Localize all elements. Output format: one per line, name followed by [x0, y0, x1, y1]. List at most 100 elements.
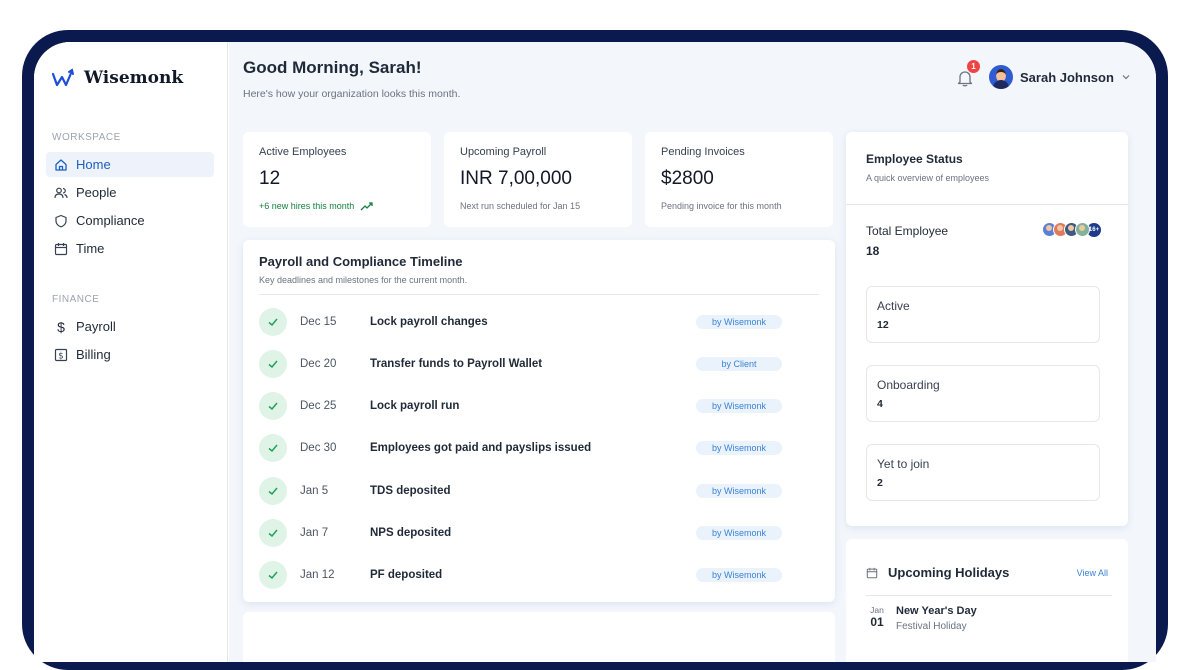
upcoming-holidays-card: Upcoming Holidays View All Jan 01 New Ye… — [846, 539, 1128, 662]
owner-badge: by Wisemonk — [696, 526, 782, 540]
stat-value: INR 7,00,000 — [460, 168, 572, 189]
sidebar-item-label: Home — [76, 157, 111, 172]
user-name: Sarah Johnson — [1020, 69, 1114, 85]
holiday-day: 01 — [870, 615, 884, 629]
timeline-event: Lock payroll changes — [370, 316, 488, 328]
partial-card — [243, 612, 835, 662]
timeline-date: Jan 12 — [300, 569, 335, 581]
holiday-month: Jan — [870, 605, 884, 615]
sidebar-item-label: Billing — [76, 347, 111, 362]
stat-subtext: +6 new hires this month — [259, 201, 415, 211]
total-employee-label: Total Employee — [866, 224, 949, 238]
status-box-onboarding[interactable]: Onboarding 4 — [866, 365, 1100, 422]
user-menu[interactable]: Sarah Johnson — [989, 65, 1131, 89]
holiday-item[interactable]: Jan 01 New Year's Day Festival Holiday — [866, 605, 977, 632]
timeline-subtitle: Key deadlines and milestones for the cur… — [259, 275, 468, 285]
finance-section-label: FINANCE — [52, 294, 100, 305]
check-icon — [259, 392, 287, 420]
greeting-subtitle: Here's how your organization looks this … — [243, 88, 461, 100]
dollar-icon: $ — [57, 318, 65, 335]
view-all-link[interactable]: View All — [1077, 568, 1108, 578]
timeline-event: NPS deposited — [370, 527, 452, 539]
greeting-title: Good Morning, Sarah! — [243, 58, 422, 77]
owner-badge: by Client — [696, 357, 782, 371]
holiday-details: New Year's Day Festival Holiday — [896, 605, 977, 632]
stat-title: Pending Invoices — [661, 146, 745, 158]
wisemonk-logo-icon — [52, 68, 74, 87]
stat-title: Active Employees — [259, 146, 347, 158]
total-employee-value: 18 — [866, 244, 880, 258]
status-label: Onboarding — [877, 378, 940, 392]
brand-name: Wisemonk — [84, 68, 184, 88]
timeline-date: Dec 15 — [300, 316, 337, 328]
timeline-title: Payroll and Compliance Timeline — [259, 254, 463, 269]
timeline-event: Transfer funds to Payroll Wallet — [370, 358, 543, 370]
avatar — [989, 65, 1013, 89]
check-icon — [259, 477, 287, 505]
check-icon — [259, 350, 287, 378]
trend-up-icon — [360, 201, 373, 210]
brand-logo[interactable]: Wisemonk — [52, 68, 183, 88]
holiday-date: Jan 01 — [866, 605, 888, 632]
status-value: 12 — [877, 319, 889, 331]
calendar-icon — [54, 242, 68, 255]
timeline-event: Lock payroll run — [370, 400, 460, 412]
stat-value: $2800 — [661, 168, 714, 189]
timeline-date: Jan 5 — [300, 485, 329, 497]
timeline-row: Dec 30 Employees got paid and payslips i… — [259, 434, 819, 462]
owner-badge: by Wisemonk — [696, 568, 782, 582]
payroll-compliance-timeline: Payroll and Compliance Timeline Key dead… — [243, 240, 835, 602]
status-label: Yet to join — [877, 457, 930, 471]
billing-icon: $ — [54, 348, 68, 361]
timeline-date: Dec 25 — [300, 400, 337, 412]
employee-status-subtitle: A quick overview of employees — [866, 173, 990, 183]
owner-badge: by Wisemonk — [696, 399, 782, 413]
stat-subtext-label: +6 new hires this month — [259, 201, 355, 211]
avatar-stack[interactable]: 16+ — [1042, 222, 1102, 238]
sidebar-item-people[interactable]: People — [46, 180, 214, 205]
owner-badge: by Wisemonk — [696, 484, 782, 498]
timeline-row: Dec 15 Lock payroll changes by Wisemonk — [259, 308, 819, 336]
check-icon — [259, 519, 287, 547]
sidebar-item-compliance[interactable]: Compliance — [46, 208, 214, 233]
timeline-event: Employees got paid and payslips issued — [370, 442, 592, 454]
people-icon — [54, 187, 68, 198]
status-box-yet-to-join[interactable]: Yet to join 2 — [866, 444, 1100, 501]
timeline-row: Dec 25 Lock payroll run by Wisemonk — [259, 392, 819, 420]
sidebar-item-label: Compliance — [76, 213, 145, 228]
timeline-date: Jan 7 — [300, 527, 329, 539]
stat-card-upcoming-payroll[interactable]: Upcoming Payroll INR 7,00,000 Next run s… — [444, 132, 632, 227]
timeline-date: Dec 30 — [300, 442, 337, 454]
svg-text:$: $ — [58, 351, 63, 361]
sidebar-item-billing[interactable]: $ Billing — [46, 342, 214, 367]
timeline-event: PF deposited — [370, 569, 443, 581]
status-value: 2 — [877, 477, 883, 489]
divider — [846, 204, 1128, 205]
owner-badge: by Wisemonk — [696, 315, 782, 329]
sidebar-item-payroll[interactable]: $ Payroll — [46, 314, 214, 339]
stat-subtext: Pending invoice for this month — [661, 201, 782, 211]
sidebar-item-time[interactable]: Time — [46, 236, 214, 261]
sidebar-item-home[interactable]: Home — [46, 152, 214, 177]
check-icon — [259, 434, 287, 462]
timeline-event: TDS deposited — [370, 485, 451, 497]
timeline-row: Jan 7 NPS deposited by Wisemonk — [259, 519, 819, 547]
employee-status-title: Employee Status — [866, 152, 963, 166]
sidebar: Wisemonk WORKSPACE Home People Complianc… — [34, 42, 228, 662]
calendar-icon — [866, 567, 878, 578]
avatar — [1075, 222, 1090, 237]
status-box-active[interactable]: Active 12 — [866, 286, 1100, 343]
notification-badge: 1 — [967, 60, 980, 73]
employee-status-card: Employee Status A quick overview of empl… — [846, 132, 1128, 526]
stat-card-active-employees[interactable]: Active Employees 12 +6 new hires this mo… — [243, 132, 431, 227]
check-icon — [259, 308, 287, 336]
chevron-down-icon — [1122, 75, 1130, 80]
app-screen: Wisemonk WORKSPACE Home People Complianc… — [34, 42, 1156, 662]
status-label: Active — [877, 299, 910, 313]
status-value: 4 — [877, 398, 883, 410]
holiday-type: Festival Holiday — [896, 621, 967, 632]
sidebar-item-label: Payroll — [76, 319, 116, 334]
timeline-row: Jan 12 PF deposited by Wisemonk — [259, 561, 819, 589]
stat-card-pending-invoices[interactable]: Pending Invoices $2800 Pending invoice f… — [645, 132, 833, 227]
timeline-row: Jan 5 TDS deposited by Wisemonk — [259, 477, 819, 505]
